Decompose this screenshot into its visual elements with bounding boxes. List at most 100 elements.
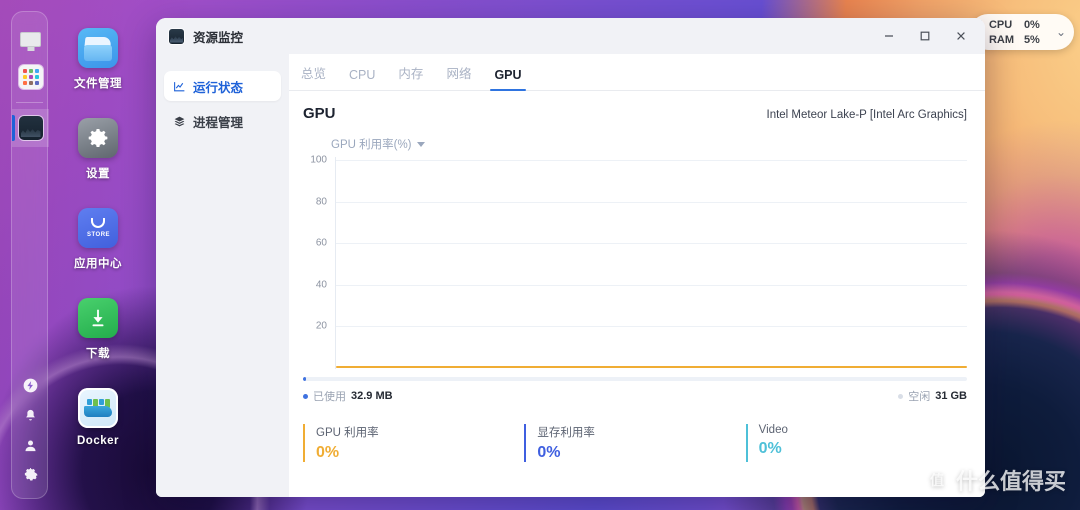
dock-item-power[interactable] <box>12 370 49 400</box>
tab-memory[interactable]: 内存 <box>398 63 423 90</box>
shortcut-label: 下载 <box>86 348 110 360</box>
vram-usage-bar <box>303 377 967 381</box>
metric-card-value: 0% <box>758 440 782 457</box>
legend-dot-free <box>898 393 904 399</box>
window-titlebar[interactable]: 资源监控 <box>156 18 985 54</box>
metric-cards: GPU 利用率 0% 显存利用率 0% Video 0% <box>303 424 967 474</box>
tab-cpu[interactable]: CPU <box>349 68 375 90</box>
gridline <box>336 326 967 328</box>
stats-row-cpu: CPU 0% <box>989 18 1048 32</box>
y-tick-label: 40 <box>315 279 327 291</box>
app-sidebar: 运行状态 进程管理 <box>156 54 289 497</box>
gridline <box>336 243 967 245</box>
y-tick-label: 80 <box>315 196 327 208</box>
resource-monitor-window: 资源监控 运行状态 进程管理 总览 CPU 内存 网络 GPU GPU Inte… <box>156 18 985 497</box>
shortcut-label: Docker <box>77 435 119 447</box>
sidebar-item-running-status[interactable]: 运行状态 <box>164 71 281 101</box>
shortcut-downloads[interactable]: 下载 <box>50 298 146 361</box>
metric-card-label: Video <box>758 424 788 436</box>
metric-selector[interactable]: GPU 利用率(%) <box>331 136 425 152</box>
dock-item-settings[interactable] <box>12 460 49 490</box>
legend-dot-used <box>303 393 308 399</box>
legend-free-label: 空闲 <box>908 391 931 403</box>
system-stats-widget[interactable]: CPU 0% RAM 5% ⌄ <box>969 14 1074 50</box>
metric-card-value: 0% <box>316 444 340 461</box>
shortcut-label: 文件管理 <box>74 78 122 90</box>
shortcut-settings[interactable]: 设置 <box>50 118 146 181</box>
desktop: 文件管理 设置 STORE 应用中心 下载 Docker CPU 0% RAM … <box>0 0 1080 510</box>
dock-item-display[interactable] <box>12 20 49 58</box>
dock-bottom-group <box>12 370 47 490</box>
close-button[interactable] <box>943 18 979 54</box>
legend-used-value: 32.9 MB <box>351 390 393 402</box>
maximize-icon <box>920 31 930 41</box>
tab-bar: 总览 CPU 内存 网络 GPU <box>289 54 985 91</box>
sidebar-item-label: 运行状态 <box>193 80 244 95</box>
tab-network[interactable]: 网络 <box>446 63 471 90</box>
chart-plot-area <box>335 157 967 369</box>
legend-free-value: 31 GB <box>935 390 967 402</box>
docker-whale-icon <box>78 388 118 428</box>
close-icon <box>957 32 965 40</box>
maximize-button[interactable] <box>907 18 943 54</box>
notification-bell-icon <box>26 409 35 420</box>
display-icon <box>19 27 43 51</box>
stats-rows: CPU 0% RAM 5% <box>989 18 1048 47</box>
metric-card-label: GPU 利用率 <box>316 427 379 439</box>
chart-line-icon <box>174 81 185 91</box>
stats-cpu-value: 0% <box>1023 18 1040 31</box>
metric-card-vram-utilization: 显存利用率 0% <box>524 424 745 462</box>
gpu-utilization-chart: 100 80 60 40 20 <box>303 154 967 369</box>
y-tick-label: 60 <box>315 237 327 249</box>
power-icon <box>23 378 38 392</box>
page-title: GPU <box>303 105 336 122</box>
resource-monitor-icon <box>18 116 43 140</box>
shortcut-docker[interactable]: Docker <box>50 388 146 447</box>
vram-usage-bar-fill <box>303 377 306 381</box>
window-body: 运行状态 进程管理 总览 CPU 内存 网络 GPU GPU Intel Met… <box>156 54 985 497</box>
metric-selector-label: GPU 利用率(%) <box>331 139 412 151</box>
user-account-icon <box>25 440 36 451</box>
sidebar-item-process-manager[interactable]: 进程管理 <box>164 106 281 136</box>
gridline <box>336 160 967 161</box>
metric-card-video: Video 0% <box>745 424 967 462</box>
minimize-button[interactable] <box>871 18 907 54</box>
stats-cpu-label: CPU <box>988 18 1013 31</box>
gpu-panel: GPU Intel Meteor Lake-P [Intel Arc Graph… <box>289 91 985 497</box>
shortcut-file-manager[interactable]: 文件管理 <box>50 28 146 91</box>
y-tick-label: 100 <box>310 154 327 166</box>
dock-item-user[interactable] <box>12 430 49 460</box>
legend-free: 空闲 31 GB <box>898 388 967 404</box>
metric-card-value: 0% <box>537 444 561 461</box>
tab-overview[interactable]: 总览 <box>301 63 326 90</box>
dock <box>11 11 49 499</box>
dock-item-notifications[interactable] <box>12 400 49 430</box>
shortcut-label: 应用中心 <box>74 258 122 270</box>
app-content: 总览 CPU 内存 网络 GPU GPU Intel Meteor Lake-P… <box>289 54 985 497</box>
gpu-device-name: Intel Meteor Lake-P [Intel Arc Graphics] <box>766 109 968 121</box>
metric-card-label: 显存利用率 <box>537 427 595 439</box>
minimize-icon <box>885 35 893 37</box>
store-word: STORE <box>87 232 111 238</box>
legend-used: 已使用 32.9 MB <box>303 388 393 404</box>
tab-gpu[interactable]: GPU <box>490 68 526 91</box>
app-icon <box>169 28 184 44</box>
settings-gear-icon <box>24 467 38 480</box>
series-line-gpu-utilization <box>336 366 967 368</box>
apps-grid-icon <box>18 65 43 89</box>
stats-ram-label: RAM <box>988 33 1014 46</box>
dock-item-resource-monitor[interactable] <box>12 109 49 147</box>
dock-separator <box>16 102 43 103</box>
gridline <box>336 201 967 203</box>
download-icon <box>78 298 118 338</box>
gear-icon <box>78 118 118 158</box>
shortcut-app-center[interactable]: STORE 应用中心 <box>50 208 146 271</box>
dock-top-group <box>12 20 49 147</box>
stats-ram-value: 5% <box>1023 33 1040 46</box>
gridline <box>336 284 967 286</box>
dock-item-apps[interactable] <box>12 58 49 96</box>
chevron-down-icon[interactable]: ⌄ <box>1056 25 1066 39</box>
stats-row-ram: RAM 5% <box>989 33 1048 47</box>
legend-used-label: 已使用 <box>313 391 346 403</box>
folder-icon <box>78 28 118 68</box>
